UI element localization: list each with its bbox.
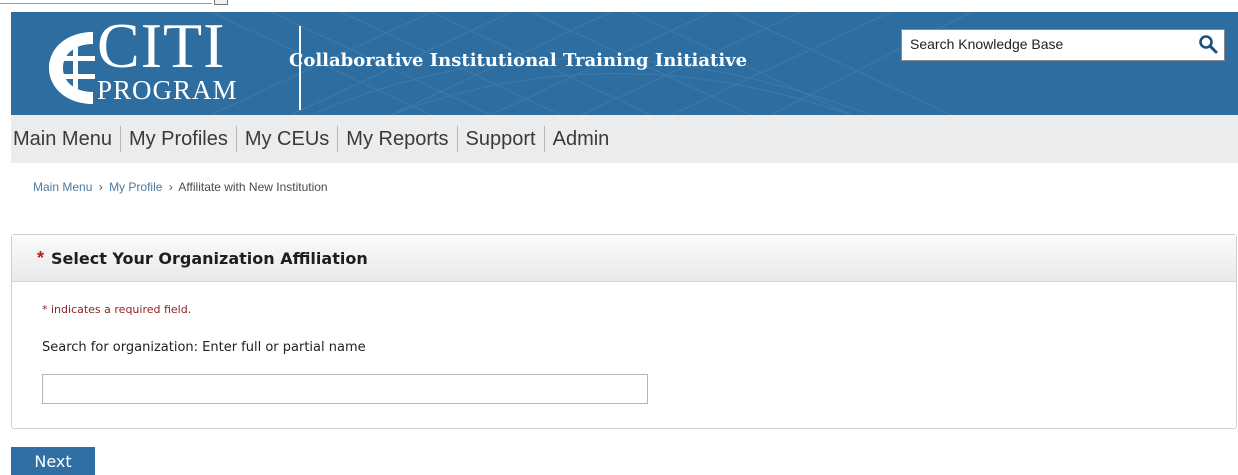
main-navigation: Main Menu My Profiles My CEUs My Reports… (11, 115, 1238, 163)
globe-logo-icon (49, 32, 95, 104)
knowledge-base-search (901, 29, 1225, 61)
logo-wordmark-citi: CITI (97, 12, 226, 81)
next-button[interactable]: Next (11, 447, 95, 475)
knowledge-base-search-input[interactable] (902, 30, 1180, 58)
site-tagline: Collaborative Institutional Training Ini… (289, 50, 748, 71)
nav-item-my-profiles[interactable]: My Profiles (119, 126, 236, 152)
nav-item-admin[interactable]: Admin (543, 126, 618, 152)
citi-program-logo[interactable]: CITI PROGRAM (45, 14, 301, 110)
panel-title: Select Your Organization Affiliation (51, 248, 368, 268)
breadcrumb-link-main-menu[interactable]: Main Menu (33, 180, 92, 194)
nav-item-support[interactable]: Support (456, 126, 544, 152)
breadcrumb-current-page: Affilitate with New Institution (178, 180, 328, 194)
breadcrumb: Main Menu › My Profile › Affilitate with… (33, 180, 328, 194)
required-field-note: * indicates a required field. (42, 303, 192, 316)
affiliation-panel: * Select Your Organization Affiliation *… (11, 234, 1237, 429)
breadcrumb-separator: › (168, 180, 173, 194)
panel-header: * Select Your Organization Affiliation (12, 235, 1236, 282)
organization-search-label: Search for organization: Enter full or p… (42, 340, 366, 355)
breadcrumb-link-my-profile[interactable]: My Profile (109, 180, 162, 194)
logo-wordmark-program: PROGRAM (97, 75, 238, 105)
site-header-banner: CITI PROGRAM Collaborative Institutional… (11, 12, 1238, 115)
nav-item-my-ceus[interactable]: My CEUs (235, 126, 337, 152)
nav-item-main-menu[interactable]: Main Menu (11, 126, 120, 152)
required-marker: * (37, 247, 45, 268)
top-field-remnant (0, 0, 212, 4)
search-icon[interactable] (1198, 34, 1218, 59)
organization-search-input[interactable] (42, 374, 648, 404)
top-toolbar-remnant (0, 0, 1238, 12)
nav-item-my-reports[interactable]: My Reports (337, 126, 456, 152)
breadcrumb-separator: › (98, 180, 103, 194)
top-box-remnant (214, 0, 228, 5)
